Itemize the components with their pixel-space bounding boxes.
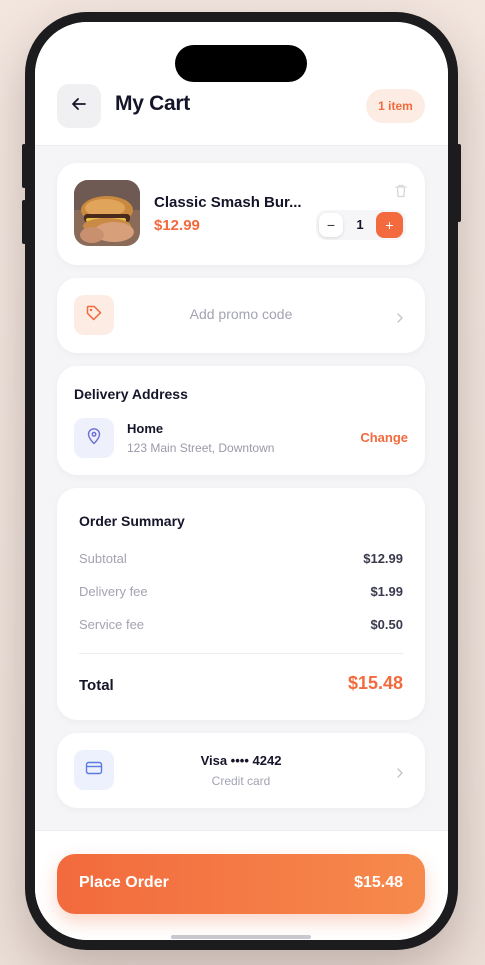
delivery-address-card: Delivery Address Home 123 Main Street, D… [57, 366, 425, 475]
arrow-left-icon [70, 95, 88, 118]
power-button [457, 144, 461, 222]
address-label: Home [127, 421, 164, 436]
order-summary-card: Order Summary Subtotal $12.99 Delivery f… [57, 488, 425, 720]
burger-image [74, 180, 140, 246]
quantity-value: 1 [356, 217, 364, 232]
map-pin-icon [86, 427, 102, 450]
summary-value: $1.99 [370, 584, 403, 599]
app-screen: My Cart 1 item Classic Smash Bur... $12.… [35, 22, 448, 940]
volume-up-button [22, 144, 26, 188]
item-count-badge: 1 item [366, 89, 425, 123]
chevron-right-icon [395, 310, 405, 323]
summary-divider [79, 653, 403, 654]
payment-method-name: Visa •••• 4242 [200, 753, 282, 768]
footer-bar: Place Order $15.48 [35, 830, 448, 940]
summary-label: Subtotal [79, 551, 127, 566]
location-icon-box [74, 418, 114, 458]
change-address-link[interactable]: Change [360, 430, 408, 445]
delivery-section-title: Delivery Address [74, 386, 188, 402]
back-button[interactable] [57, 84, 101, 128]
promo-code-placeholder: Add promo code [189, 306, 293, 322]
summary-value: $12.99 [363, 551, 403, 566]
summary-section-title: Order Summary [79, 513, 185, 529]
address-line: 123 Main Street, Downtown [127, 441, 275, 455]
summary-value: $0.50 [370, 617, 403, 632]
promo-code-row[interactable]: Add promo code [57, 278, 425, 353]
summary-label: Service fee [79, 617, 145, 632]
dynamic-island [175, 45, 307, 82]
header: My Cart 1 item [35, 22, 448, 146]
quantity-stepper: − 1 + [316, 210, 406, 240]
payment-method-type: Credit card [211, 774, 271, 788]
product-name: Classic Smash Bur... [154, 194, 302, 211]
place-order-amount: $15.48 [354, 874, 403, 891]
summary-label: Delivery fee [79, 584, 148, 599]
total-label: Total [79, 677, 114, 694]
chevron-right-icon [395, 765, 405, 778]
trash-icon[interactable] [393, 183, 409, 199]
product-price: $12.99 [154, 217, 200, 234]
decrease-quantity-button[interactable]: − [319, 213, 343, 237]
total-value: $15.48 [347, 673, 403, 693]
volume-down-button [22, 200, 26, 244]
payment-method-row[interactable]: Visa •••• 4242 Credit card [57, 733, 425, 808]
home-indicator [171, 935, 311, 939]
page-title: My Cart [115, 92, 190, 115]
cart-item-card: Classic Smash Bur... $12.99 − 1 + [57, 163, 425, 265]
increase-quantity-button[interactable]: + [376, 212, 403, 238]
place-order-label: Place Order [79, 874, 169, 891]
place-order-button[interactable]: Place Order $15.48 [57, 854, 425, 914]
phone-frame: My Cart 1 item Classic Smash Bur... $12.… [22, 12, 461, 950]
